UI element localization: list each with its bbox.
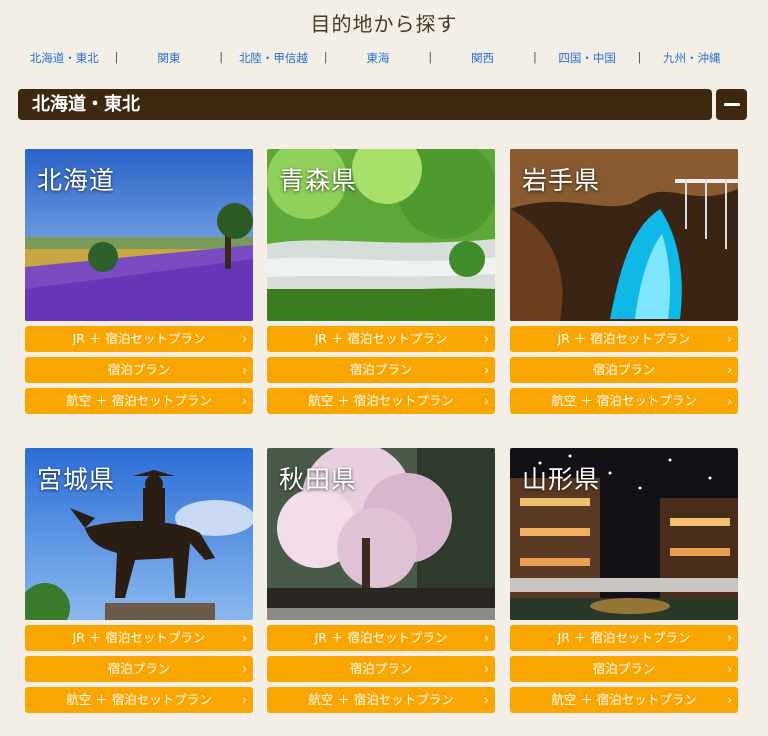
jr-stay-plan-button[interactable]: JR ＋ 宿泊セットプラン › bbox=[25, 326, 253, 352]
prefecture-photo[interactable]: 青森県 bbox=[267, 149, 495, 321]
separator: | bbox=[323, 50, 328, 64]
region-link-kanto[interactable]: 関東 bbox=[123, 50, 216, 66]
air-stay-plan-button[interactable]: 航空 ＋ 宿泊セットプラン › bbox=[267, 687, 495, 713]
chevron-right-icon: › bbox=[727, 693, 732, 707]
air-stay-plan-button[interactable]: 航空 ＋ 宿泊セットプラン › bbox=[25, 687, 253, 713]
prefecture-name: 北海道 bbox=[37, 166, 116, 195]
chevron-right-icon: › bbox=[727, 363, 732, 377]
chevron-right-icon: › bbox=[242, 363, 247, 377]
prefecture-photo[interactable]: 岩手県 bbox=[510, 149, 738, 321]
region-link-kyushu-okinawa[interactable]: 九州・沖縄 bbox=[645, 50, 738, 66]
separator: | bbox=[428, 50, 433, 64]
chevron-right-icon: › bbox=[484, 693, 489, 707]
prefecture-name: 秋田県 bbox=[279, 465, 358, 494]
air-stay-plan-button[interactable]: 航空 ＋ 宿泊セットプラン › bbox=[510, 388, 738, 414]
region-link-kansai[interactable]: 関西 bbox=[436, 50, 529, 66]
air-stay-plan-button[interactable]: 航空 ＋ 宿泊セットプラン › bbox=[267, 388, 495, 414]
stay-plan-button[interactable]: 宿泊プラン › bbox=[510, 357, 738, 383]
jr-stay-plan-button[interactable]: JR ＋ 宿泊セットプラン › bbox=[510, 326, 738, 352]
chevron-right-icon: › bbox=[242, 631, 247, 645]
prefecture-card-akita: 秋田県 JR ＋ 宿泊セットプラン › 宿泊プラン › 航空 ＋ 宿泊セットプラン › bbox=[267, 448, 495, 713]
prefecture-card-yamagata: 山形県 JR ＋ 宿泊セットプラン › 宿泊プラン › 航空 ＋ 宿泊セットプラン › bbox=[510, 448, 738, 713]
chevron-right-icon: › bbox=[242, 332, 247, 346]
separator: | bbox=[532, 50, 537, 64]
separator: | bbox=[219, 50, 224, 64]
air-stay-plan-button[interactable]: 航空 ＋ 宿泊セットプラン › bbox=[25, 388, 253, 414]
chevron-right-icon: › bbox=[242, 693, 247, 707]
collapse-button[interactable] bbox=[716, 89, 747, 120]
prefecture-card-miyagi: 宮城県 JR ＋ 宿泊セットプラン › 宿泊プラン › 航空 ＋ 宿泊セットプラン › bbox=[25, 448, 253, 713]
chevron-right-icon: › bbox=[242, 662, 247, 676]
prefecture-name: 岩手県 bbox=[522, 166, 601, 195]
jr-stay-plan-button[interactable]: JR ＋ 宿泊セットプラン › bbox=[510, 625, 738, 651]
chevron-right-icon: › bbox=[484, 631, 489, 645]
chevron-right-icon: › bbox=[727, 332, 732, 346]
prefecture-name: 宮城県 bbox=[37, 465, 116, 494]
prefecture-name: 山形県 bbox=[522, 465, 601, 494]
stay-plan-button[interactable]: 宿泊プラン › bbox=[267, 357, 495, 383]
stay-plan-button[interactable]: 宿泊プラン › bbox=[25, 357, 253, 383]
separator: | bbox=[114, 50, 119, 64]
chevron-right-icon: › bbox=[484, 332, 489, 346]
prefecture-card-aomori: 青森県 JR ＋ 宿泊セットプラン › 宿泊プラン › 航空 ＋ 宿泊セットプラン › bbox=[267, 149, 495, 414]
region-nav: 北海道・東北 | 関東 | 北陸・甲信越 | 東海 | 関西 | 四国・中国 |… bbox=[18, 50, 738, 66]
chevron-right-icon: › bbox=[484, 662, 489, 676]
stay-plan-button[interactable]: 宿泊プラン › bbox=[267, 656, 495, 682]
air-stay-plan-button[interactable]: 航空 ＋ 宿泊セットプラン › bbox=[510, 687, 738, 713]
chevron-right-icon: › bbox=[727, 394, 732, 408]
chevron-right-icon: › bbox=[242, 394, 247, 408]
page-title: 目的地から探す bbox=[310, 12, 458, 36]
jr-stay-plan-button[interactable]: JR ＋ 宿泊セットプラン › bbox=[25, 625, 253, 651]
prefecture-name: 青森県 bbox=[279, 166, 358, 195]
region-link-hokuriku[interactable]: 北陸・甲信越 bbox=[227, 50, 320, 66]
prefecture-photo[interactable]: 山形県 bbox=[510, 448, 738, 620]
prefecture-photo[interactable]: 北海道 bbox=[25, 149, 253, 321]
region-link-hokkaido-tohoku[interactable]: 北海道・東北 bbox=[18, 50, 111, 66]
chevron-right-icon: › bbox=[484, 394, 489, 408]
chevron-right-icon: › bbox=[727, 631, 732, 645]
stay-plan-button[interactable]: 宿泊プラン › bbox=[25, 656, 253, 682]
chevron-right-icon: › bbox=[727, 662, 732, 676]
stay-plan-button[interactable]: 宿泊プラン › bbox=[510, 656, 738, 682]
minus-icon bbox=[723, 103, 740, 106]
jr-stay-plan-button[interactable]: JR ＋ 宿泊セットプラン › bbox=[267, 326, 495, 352]
prefecture-photo[interactable]: 宮城県 bbox=[25, 448, 253, 620]
prefecture-photo[interactable]: 秋田県 bbox=[267, 448, 495, 620]
region-link-tokai[interactable]: 東海 bbox=[332, 50, 425, 66]
region-link-shikoku-chugoku[interactable]: 四国・中国 bbox=[541, 50, 634, 66]
jr-stay-plan-button[interactable]: JR ＋ 宿泊セットプラン › bbox=[267, 625, 495, 651]
chevron-right-icon: › bbox=[484, 363, 489, 377]
prefecture-card-hokkaido: 北海道 JR ＋ 宿泊セットプラン › 宿泊プラン › 航空 ＋ 宿泊セットプラン › bbox=[25, 149, 253, 414]
separator: | bbox=[637, 50, 642, 64]
prefecture-card-iwate: 岩手県 JR ＋ 宿泊セットプラン › 宿泊プラン › 航空 ＋ 宿泊セットプラン › bbox=[510, 149, 738, 414]
section-header: 北海道・東北 bbox=[18, 89, 712, 120]
